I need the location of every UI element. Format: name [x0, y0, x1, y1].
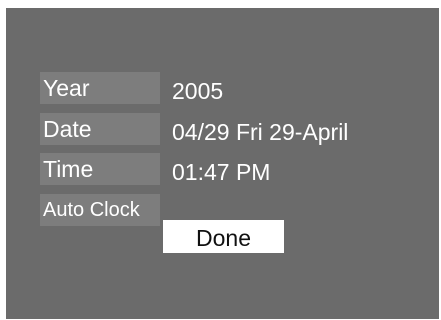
- year-value: 2005: [172, 78, 224, 104]
- clock-settings-screen: Year 2005 Date 04/29 Fri 29-April Time 0…: [6, 8, 439, 319]
- auto-clock-label[interactable]: Auto Clock: [40, 194, 160, 226]
- time-value: 01:47 PM: [172, 159, 271, 185]
- year-label[interactable]: Year: [40, 72, 160, 104]
- date-value: 04/29 Fri 29-April: [172, 119, 349, 145]
- time-label[interactable]: Time: [40, 153, 160, 185]
- date-label[interactable]: Date: [40, 113, 160, 145]
- done-button[interactable]: Done: [163, 220, 284, 253]
